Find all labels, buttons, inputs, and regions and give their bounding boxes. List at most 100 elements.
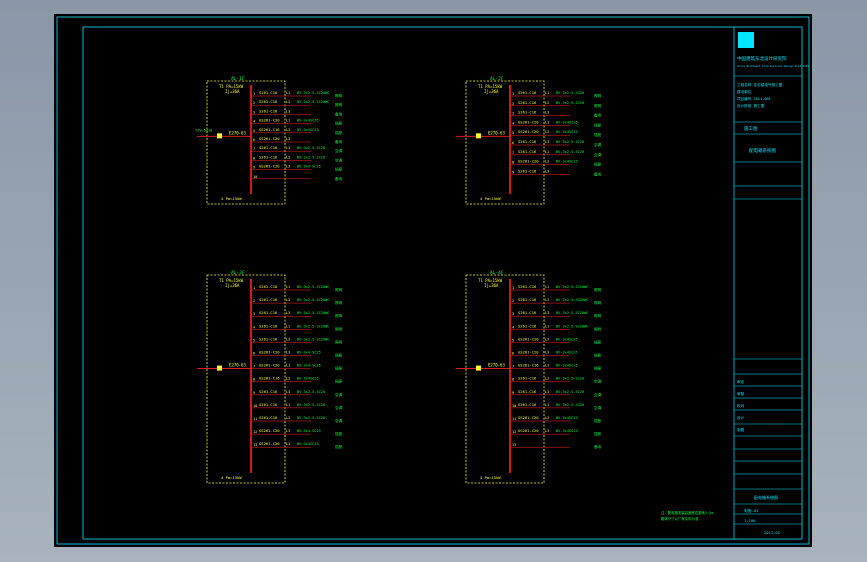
- circuit-number: 10: [253, 175, 257, 179]
- circuit-breaker: S261-C16: [518, 310, 537, 315]
- circuit-breaker: S261-C16: [259, 297, 278, 302]
- circuit-load: 插座: [594, 162, 602, 167]
- circuit-cable: BV-3x4SC25: [556, 416, 578, 420]
- circuit-number: 6: [512, 352, 514, 356]
- circuit-phase: L1: [286, 364, 290, 368]
- circuit-cable: BV-3x2.5-SC20WC: [556, 324, 588, 328]
- incoming-breaker-icon: [476, 133, 481, 139]
- circuit-breaker: GS261-C20: [259, 441, 280, 446]
- panel-id: AL-1F: [231, 76, 245, 82]
- incoming-current: Ij=36A: [225, 283, 240, 288]
- company-name: 中国建筑东北设计研究院: [737, 55, 787, 62]
- outgoing-circuit: 13 GS261-C20 L1 BV-3x4SC25 插座: [251, 441, 343, 449]
- circuit-number: 1: [253, 92, 255, 96]
- circuit-number: 5: [253, 129, 255, 133]
- circuit-load: 插座: [335, 431, 343, 436]
- circuit-number: 8: [512, 378, 514, 382]
- outgoing-circuit: 1 S261-C16 L1 BV-3x2.5-SC20WC 照明: [251, 90, 343, 98]
- panel-id: AL-3F: [231, 270, 245, 276]
- outgoing-circuit: 7 GS261-C20 L1 BV-3x4-SC25 插座: [251, 363, 343, 371]
- circuit-phase: L3: [286, 165, 290, 169]
- circuit-number: 7: [512, 365, 514, 369]
- circuit-phase: L2: [545, 130, 549, 134]
- circuit-load: 备用: [594, 113, 602, 118]
- outgoing-circuit: 12 GS261-C20 L3 BV-3x4-SC25 插座: [251, 428, 343, 436]
- outgoing-circuit: 3 S261-C16 L3 备用: [510, 110, 602, 118]
- circuit-load: 备用: [335, 176, 343, 181]
- circuit-breaker: S261-C16: [259, 99, 278, 104]
- company-logo: [738, 32, 754, 48]
- circuit-load: 插座: [594, 339, 602, 344]
- outgoing-circuit: 10 S261-C16 L1 BV-3x2.5-SC20 空调: [251, 402, 343, 410]
- circuit-cable: BV-3x4SC25: [556, 429, 578, 433]
- circuit-phase: L3: [286, 429, 290, 433]
- circuit-breaker: S261-C16: [518, 297, 537, 302]
- circuit-load: 空调: [335, 157, 343, 162]
- outgoing-circuit: 8 S261-C16 L2 BV-3x2.5-SC20 空调: [251, 154, 343, 162]
- distribution-panel: AL-2FT1 PA=15kWIj=36AE270-634 Pa=15kW1 S2…: [456, 76, 602, 205]
- circuit-cable: BV-3x2.5-SC20: [556, 150, 584, 154]
- outgoing-circuit: 3 S261-C16 L3 BV-3x2.5-SC20WC 照明: [510, 310, 602, 318]
- circuit-load: 插座: [335, 121, 343, 126]
- distribution-diagram: 中国建筑东北设计研究院 China Northeast Architectural…: [56, 16, 810, 545]
- circuit-number: 9: [512, 170, 514, 174]
- circuit-breaker: S261-C16: [259, 90, 278, 95]
- circuit-load: 照明: [594, 103, 602, 108]
- circuit-breaker: GS261-C16: [259, 376, 280, 381]
- circuit-breaker: GS261-C20: [518, 159, 539, 164]
- circuit-cable: BV-3x2.5-SC20WC: [297, 324, 329, 328]
- circuit-cable: BV-3x2.5-SC20WC: [297, 311, 329, 315]
- circuit-number: 7: [512, 151, 514, 155]
- panel-id: AL-4F: [490, 270, 504, 276]
- circuit-breaker: S261-C16: [518, 90, 537, 95]
- circuit-phase: L1: [286, 285, 290, 289]
- circuit-load: 插座: [335, 130, 343, 135]
- circuit-number: 11: [512, 417, 516, 421]
- circuit-phase: L1: [545, 285, 549, 289]
- circuit-load: 空调: [594, 405, 602, 410]
- circuit-phase: L3: [545, 169, 549, 173]
- circuit-number: 5: [253, 338, 255, 342]
- circuit-phase: L2: [286, 298, 290, 302]
- outgoing-circuit: 3 S261-C16 L3 BV-3x2.5-SC20WC 照明: [251, 310, 343, 318]
- circuit-phase: L2: [545, 101, 549, 105]
- circuit-number: 6: [253, 138, 255, 142]
- circuit-cable: BV-3x2.5-SC20WC: [297, 91, 329, 95]
- circuit-phase: L2: [286, 416, 290, 420]
- outgoing-circuit: 6 GS261-C20 L3 BV-3x4-SC25 插座: [251, 350, 343, 358]
- circuit-breaker: S261-C16: [518, 168, 537, 173]
- circuit-breaker: S261-C16: [518, 100, 537, 105]
- stage: 施工图: [744, 125, 758, 132]
- circuit-number: 13: [512, 443, 516, 447]
- circuit-phase: L1: [286, 403, 290, 407]
- circuit-breaker: S261-C16: [518, 284, 537, 289]
- circuit-breaker: S261-C16: [259, 402, 278, 407]
- outgoing-circuit: 9 GS261-C20 L3 BV-3x4-SC25 插座: [251, 164, 343, 172]
- outgoing-circuit: 4 S261-C16 L1 BV-3x2.5-SC20WC 照明: [510, 323, 602, 331]
- outgoing-circuit: 5 GS261-C16 L2 BV-3x4SC25 插座: [251, 127, 343, 135]
- cad-viewport: 中国建筑东北设计研究院 China Northeast Architectural…: [0, 0, 867, 562]
- circuit-cable: BV-3x4-SC25: [297, 429, 321, 433]
- scale: 1:100: [744, 518, 756, 523]
- circuit-breaker: GS261-C20: [259, 428, 280, 433]
- circuit-cable: BV-3x2.5-SC20WC: [297, 100, 329, 104]
- panel-id: AL-2F: [490, 76, 504, 82]
- circuit-load: 插座: [594, 366, 602, 371]
- outgoing-circuit: 12 GS261-C20 L3 BV-3x4SC25 插座: [510, 428, 602, 436]
- project-line: 建设单位: [737, 89, 752, 94]
- circuit-load: 空调: [594, 142, 602, 147]
- circuit-phase: L3: [545, 111, 549, 115]
- circuit-number: 7: [253, 365, 255, 369]
- circuit-breaker: GS261-C20: [518, 415, 539, 420]
- circuit-breaker: S261-C16: [518, 376, 537, 381]
- circuit-phase: L1: [286, 119, 290, 123]
- outgoing-circuit: 1 S261-C16 L1 BV-3x2.5-SC20 照明: [510, 90, 602, 98]
- circuit-cable: BV-3x2.5-SC20WC: [297, 298, 329, 302]
- outgoing-circuit: 4 GS261-C20 L1 BV-3x4SC25 插座: [510, 119, 602, 127]
- circuit-cable: BV-3x4SC25: [556, 160, 578, 164]
- circuit-phase: L2: [545, 337, 549, 341]
- incoming-breaker-icon: [217, 133, 222, 139]
- project-line: 设计阶段 施工图: [737, 103, 765, 108]
- circuit-cable: BV-3x4SC25: [556, 364, 578, 368]
- circuit-breaker: S261-C16: [259, 389, 278, 394]
